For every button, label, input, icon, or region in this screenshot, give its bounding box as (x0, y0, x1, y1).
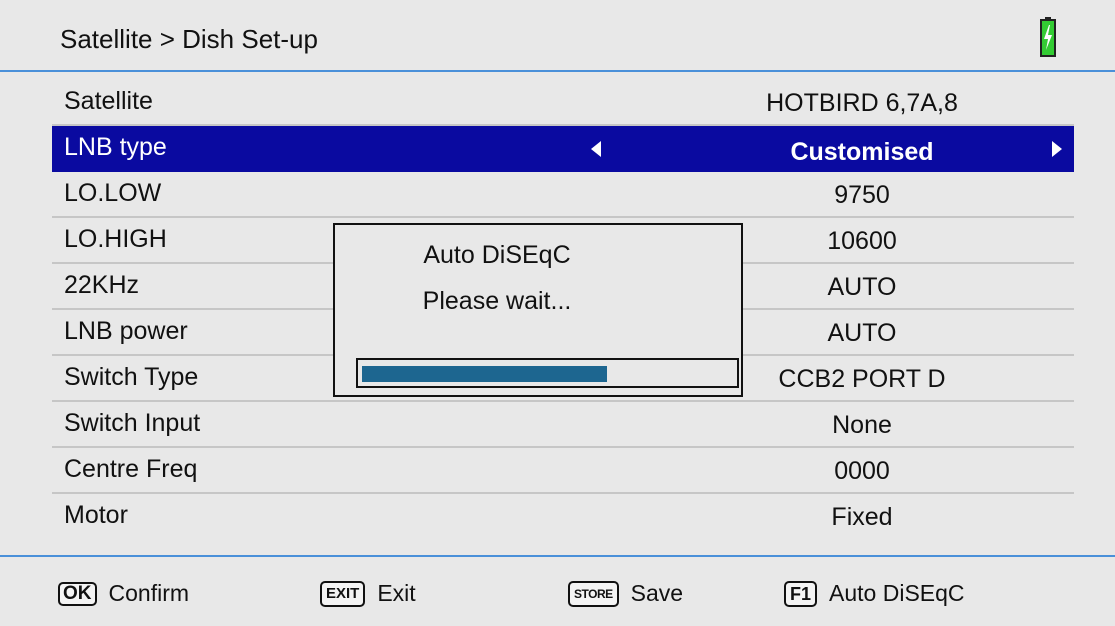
setting-label: LO.LOW (64, 179, 162, 207)
auto-diseqc-dialog: Auto DiSEqC Please wait... (333, 223, 743, 397)
setting-value: Customised (790, 138, 934, 166)
setting-value: 0000 (834, 457, 890, 485)
setting-value: AUTO (827, 319, 897, 347)
arrow-left-icon[interactable] (591, 141, 601, 157)
setting-label: LNB power (64, 317, 188, 345)
setting-row-centre-freq[interactable]: Centre Freq 0000 (52, 448, 1074, 494)
auto-diseqc-label: Auto DiSEqC (829, 580, 965, 606)
setting-row-satellite[interactable]: Satellite HOTBIRD 6,7A,8 (52, 80, 1074, 126)
ok-key-icon: OK (58, 581, 97, 606)
setting-label: LO.HIGH (64, 225, 167, 253)
setting-value: HOTBIRD 6,7A,8 (766, 89, 958, 117)
setting-label: Switch Type (64, 363, 199, 391)
arrow-right-icon[interactable] (1052, 141, 1062, 157)
setting-value: 9750 (834, 181, 890, 209)
setting-row-switch-input[interactable]: Switch Input None (52, 402, 1074, 448)
setting-label: Motor (64, 501, 128, 529)
setting-row-lnb-type[interactable]: LNB type Customised (52, 126, 1074, 172)
setting-value: AUTO (827, 273, 897, 301)
footer-key-legend: OK Confirm EXIT Exit STORE Save F1 Auto … (0, 570, 1115, 620)
setting-value: None (832, 411, 892, 439)
exit-button[interactable]: EXIT Exit (320, 580, 416, 607)
dialog-title: Auto DiSEqC (423, 241, 571, 269)
auto-diseqc-button[interactable]: F1 Auto DiSEqC (784, 580, 965, 607)
setting-label: Switch Input (64, 409, 201, 437)
setting-value: 10600 (827, 227, 897, 255)
save-label: Save (630, 580, 684, 606)
exit-label: Exit (377, 580, 416, 606)
confirm-button[interactable]: OK Confirm (58, 580, 189, 607)
setting-value: CCB2 PORT D (778, 365, 946, 393)
setting-label: Satellite (64, 87, 153, 115)
f1-key-icon: F1 (784, 580, 818, 607)
confirm-label: Confirm (108, 580, 190, 606)
header-bar: Satellite > Dish Set-up (0, 0, 1115, 72)
battery-charging-icon (1040, 17, 1056, 57)
setting-label: 22KHz (64, 271, 140, 299)
footer-divider (0, 555, 1115, 557)
save-button[interactable]: STORE Save (568, 580, 683, 607)
progress-bar (356, 358, 739, 388)
setting-row-lo-low[interactable]: LO.LOW 9750 (52, 172, 1074, 218)
breadcrumb: Satellite > Dish Set-up (60, 24, 318, 54)
setting-label: Centre Freq (64, 455, 198, 483)
setting-label: LNB type (64, 133, 167, 161)
setting-row-motor[interactable]: Motor Fixed (52, 494, 1074, 540)
exit-key-icon: EXIT (320, 580, 366, 607)
progress-fill (362, 366, 607, 382)
setting-value: Fixed (831, 503, 893, 531)
store-key-icon: STORE (568, 580, 619, 607)
dialog-message: Please wait... (422, 287, 572, 315)
